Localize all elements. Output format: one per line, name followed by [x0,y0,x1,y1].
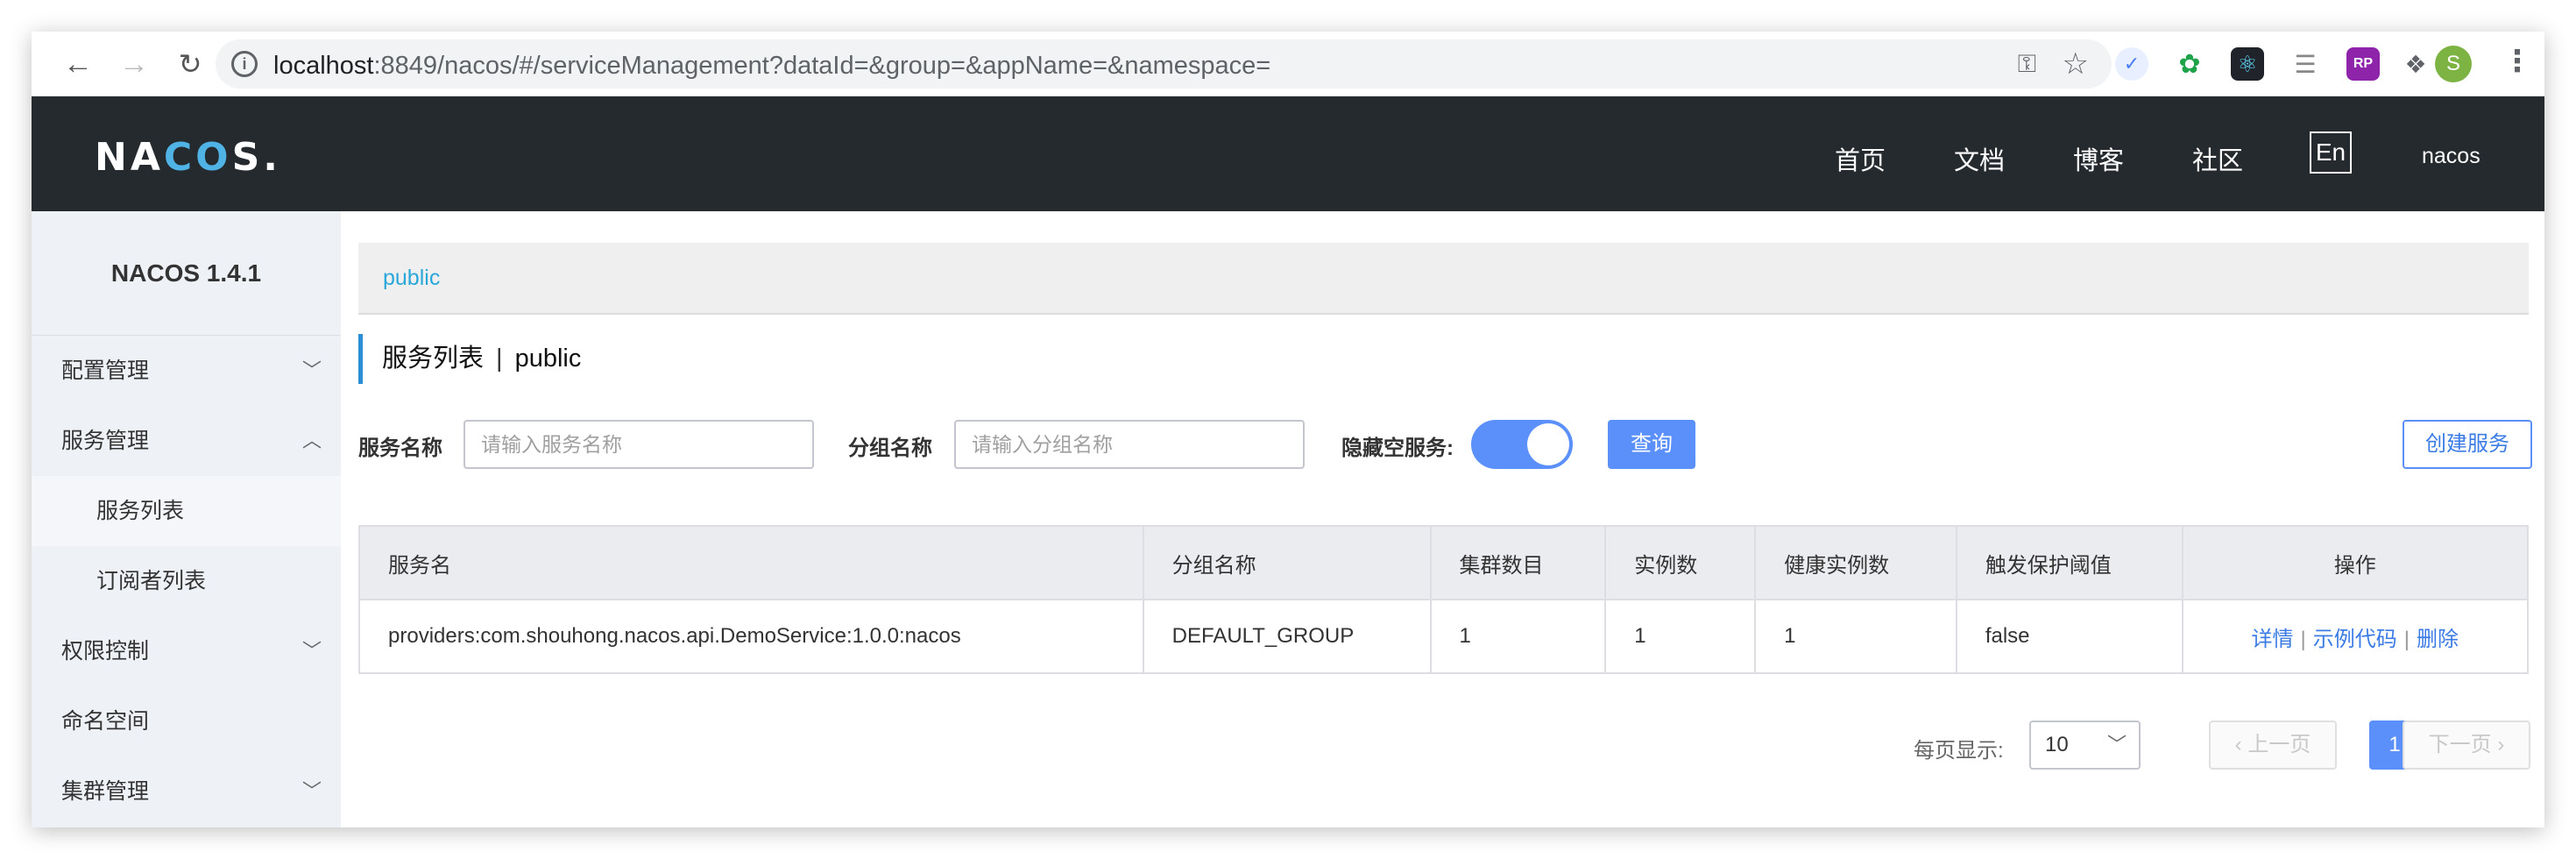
hide-empty-label: 隐藏空服务: [1341,437,1454,460]
sidebar-item-label: 服务管理 [61,429,150,453]
op-separator: | [2300,627,2306,651]
chevron-down-icon: ﹀ [301,780,322,802]
col-service-name: 服务名 [359,526,1144,600]
next-page-label: 下一页 [2428,733,2492,756]
browser-toolbar: ← → ↻ i localhost:8849/nacos/#/serviceMa… [32,32,2544,96]
service-name-input[interactable] [464,420,814,469]
evernote-icon[interactable]: ✿ [2173,47,2206,81]
site-info-icon[interactable]: i [231,51,258,77]
col-operations: 操作 [2182,526,2528,600]
page-size-label: 每页显示: [1914,739,2004,763]
cell-healthy-count: 1 [1755,600,1957,673]
chevron-left-icon: ‹ [2234,733,2242,756]
col-cluster-count: 集群数目 [1430,526,1607,600]
reader-icon[interactable]: ☰ [2289,47,2322,81]
details-link[interactable]: 详情 [2252,628,2294,651]
profile-avatar[interactable]: S [2435,46,2472,82]
cell-group-name: DEFAULT_GROUP [1143,600,1432,673]
namespace-tab-public[interactable]: public [383,266,440,291]
col-group-name: 分组名称 [1143,526,1432,600]
toggle-knob [1527,423,1569,465]
chevron-down-icon: ﹀ [2106,734,2127,756]
prev-page-button[interactable]: ‹ 上一页 [2209,721,2337,770]
reload-icon[interactable]: ↻ [173,47,207,81]
cell-cluster-count: 1 [1430,600,1607,673]
table-header-row: 服务名 分组名称 集群数目 实例数 健康实例数 触发保护阈值 操作 [359,526,2528,600]
url-text[interactable]: localhost:8849/nacos/#/serviceManagement… [273,52,1270,81]
sidebar-item-subscribers[interactable]: 订阅者列表 [32,546,341,616]
page-title: 服务列表 | public [358,334,581,384]
sidebar: NACOS 1.4.1 配置管理 ﹀ 服务管理 ︿ 服务列表 订阅者列表 权限控… [32,211,341,827]
nacos-logo[interactable]: NACOS. [95,135,281,180]
group-name-label: 分组名称 [848,437,932,460]
chevron-down-icon: ﹀ [301,359,322,381]
cell-instance-count: 1 [1605,600,1757,673]
sidebar-item-label: 配置管理 [61,359,150,383]
nav-home[interactable]: 首页 [1835,140,1886,177]
puzzle-extensions-icon[interactable]: ❖ [2399,47,2432,81]
table-row: providers:com.shouhong.nacos.api.DemoSer… [359,600,2528,673]
namespace-bar: public [358,243,2529,315]
page-title-text: 服务列表 [382,344,485,373]
next-page-button[interactable]: 下一页 › [2403,721,2530,770]
page-title-separator: | [496,344,503,373]
service-name-label: 服务名称 [358,437,442,460]
sidebar-item-namespace[interactable]: 命名空间 [32,686,341,756]
top-navigation: NACOS. 首页 文档 博客 社区 En nacos [32,96,2544,211]
service-table: 服务名 分组名称 集群数目 实例数 健康实例数 触发保护阈值 操作 provid… [358,525,2529,674]
browser-menu-icon[interactable]: ⋮ [2502,44,2532,79]
sidebar-item-label: 权限控制 [61,639,150,664]
cell-threshold: false [1956,600,2183,673]
chevron-right-icon: › [2497,733,2505,756]
nav-blog[interactable]: 博客 [2073,140,2124,177]
page-size-select[interactable]: 10 ﹀ [2029,721,2141,770]
chevron-up-icon: ︿ [301,430,322,451]
col-healthy-count: 健康实例数 [1755,526,1957,600]
page-size-value: 10 [2045,733,2069,756]
key-icon[interactable]: ⚿ [2018,50,2036,79]
sidebar-item-label: 集群管理 [61,779,150,804]
create-service-button[interactable]: 创建服务 [2403,420,2532,469]
sidebar-item-service-list[interactable]: 服务列表 [32,476,341,546]
react-devtools-icon[interactable]: ⚛ [2231,47,2264,81]
language-switch-button[interactable]: En [2310,131,2352,174]
nav-community[interactable]: 社区 [2192,140,2243,177]
col-instance-count: 实例数 [1605,526,1757,600]
nav-docs[interactable]: 文档 [1954,140,2005,177]
col-threshold: 触发保护阈值 [1956,526,2183,600]
sample-code-link[interactable]: 示例代码 [2313,628,2397,651]
cell-service-name: providers:com.shouhong.nacos.api.DemoSer… [359,600,1144,673]
chevron-down-icon: ﹀ [301,640,322,662]
prev-page-label: 上一页 [2247,733,2311,756]
sidebar-title: NACOS 1.4.1 [32,211,341,336]
sidebar-item-config[interactable]: 配置管理 ﹀ [32,336,341,406]
sidebar-item-cluster[interactable]: 集群管理 ﹀ [32,756,341,827]
sidebar-item-auth[interactable]: 权限控制 ﹀ [32,616,341,686]
address-bar[interactable]: i localhost:8849/nacos/#/serviceManageme… [216,39,2112,89]
op-separator: | [2403,627,2410,651]
rp-icon[interactable]: RP [2346,47,2380,81]
query-button[interactable]: 查询 [1608,420,1695,469]
hide-empty-toggle[interactable] [1471,420,1573,469]
cell-operations: 详情 | 示例代码 | 删除 [2182,600,2528,673]
bookmark-star-icon[interactable]: ☆ [2063,46,2089,82]
sidebar-item-service[interactable]: 服务管理 ︿ [32,406,341,476]
page-title-namespace: public [514,344,582,373]
group-name-input[interactable] [954,420,1305,469]
delete-link[interactable]: 删除 [2417,628,2459,651]
extension-icon-1[interactable]: ✓ [2115,47,2148,81]
browser-window: ← → ↻ i localhost:8849/nacos/#/serviceMa… [32,32,2544,827]
user-name[interactable]: nacos [2422,144,2480,169]
back-arrow-icon[interactable]: ← [61,47,95,81]
forward-arrow-icon[interactable]: → [117,47,151,81]
